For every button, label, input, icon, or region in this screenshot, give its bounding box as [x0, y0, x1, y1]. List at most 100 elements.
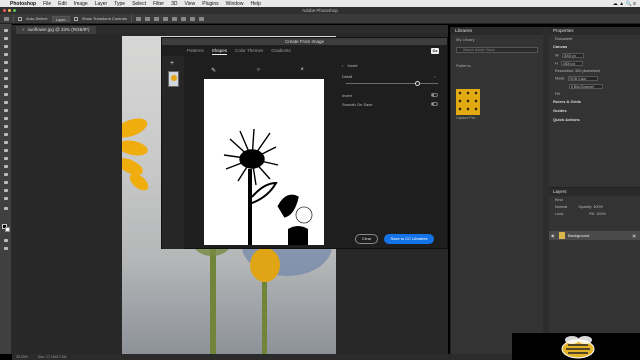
fill-field[interactable]: 100%	[596, 212, 606, 216]
align-right-icon[interactable]	[153, 16, 159, 21]
pin-icon[interactable]: ✎	[211, 67, 216, 74]
detail-slider[interactable]	[346, 81, 438, 86]
menu-type[interactable]: Type	[114, 1, 125, 7]
quick-actions-header[interactable]: Quick Actions	[549, 115, 640, 124]
align-center-icon[interactable]	[144, 16, 150, 21]
align-bottom-icon[interactable]	[180, 16, 186, 21]
quick-select-tool-icon[interactable]	[3, 60, 9, 65]
capture-pattern-tile[interactable]	[456, 89, 480, 115]
pen-tool-icon[interactable]	[3, 156, 9, 161]
move-tool-icon[interactable]	[4, 16, 9, 21]
gradient-tool-icon[interactable]	[3, 132, 9, 137]
clear-button[interactable]: Clear	[355, 234, 378, 244]
window-controls[interactable]	[3, 9, 16, 12]
eraser-tool-icon[interactable]	[3, 124, 9, 129]
patterns-section-label[interactable]: Patterns	[451, 63, 543, 68]
visibility-eye-icon[interactable]: ◉	[551, 233, 555, 238]
source-image-thumbnail[interactable]	[168, 71, 179, 87]
menu-3d[interactable]: 3D	[171, 1, 177, 7]
bit-depth-dropdown[interactable]: 8 Bits/Channel	[569, 83, 603, 89]
minimize-window-icon[interactable]	[8, 9, 11, 12]
tab-patterns[interactable]: Patterns	[187, 48, 204, 55]
layers-panel-title[interactable]: Layers	[549, 188, 640, 196]
screen-mode-icon[interactable]	[3, 246, 9, 251]
status-icons[interactable]: ☁ ▲ 🔍 ≡	[613, 1, 636, 7]
library-selector[interactable]: My Library	[451, 35, 543, 44]
menu-filter[interactable]: Filter	[153, 1, 164, 7]
lock-icon[interactable]: ▣	[632, 233, 636, 238]
align-left-icon[interactable]	[135, 16, 141, 21]
save-to-cc-libraries-button[interactable]: Save to CC Libraries	[384, 234, 434, 244]
menu-window[interactable]: Window	[226, 1, 244, 7]
auto-select-dropdown[interactable]: Layer	[51, 15, 70, 22]
tab-shapes[interactable]: Shapes	[211, 48, 228, 55]
invert-toggle[interactable]	[431, 93, 438, 97]
quick-mask-icon[interactable]	[3, 238, 9, 243]
close-detail-icon[interactable]: ×	[434, 74, 436, 79]
menu-plugins[interactable]: Plugins	[202, 1, 218, 7]
menu-edit[interactable]: Edit	[58, 1, 67, 7]
brush-tool-icon[interactable]	[3, 100, 9, 105]
history-brush-tool-icon[interactable]	[3, 116, 9, 121]
artboard-tool-icon[interactable]	[3, 36, 9, 41]
library-search-input[interactable]: Search Adobe Stock	[456, 47, 538, 53]
tab-gradients[interactable]: Gradients	[271, 48, 291, 55]
zoom-window-icon[interactable]	[13, 9, 16, 12]
auto-select-checkbox[interactable]	[18, 16, 22, 21]
menu-help[interactable]: Help	[250, 1, 260, 7]
kind-filter-dropdown[interactable]: Kind	[555, 198, 563, 202]
zoom-level[interactable]: 33.33%	[16, 354, 28, 360]
properties-panel-title[interactable]: Properties	[549, 27, 640, 35]
healing-tool-icon[interactable]	[3, 92, 9, 97]
creative-cloud-icon[interactable]: Cc	[431, 48, 439, 54]
clone-stamp-tool-icon[interactable]	[3, 108, 9, 113]
align-top-icon[interactable]	[162, 16, 168, 21]
add-image-icon[interactable]: +	[170, 60, 174, 67]
show-transform-checkbox[interactable]	[73, 16, 78, 21]
blend-mode-dropdown[interactable]: Normal	[555, 205, 567, 209]
shape-tool-icon[interactable]	[3, 180, 9, 185]
tab-color-themes[interactable]: Color Themes	[235, 48, 263, 55]
hand-tool-icon[interactable]	[3, 188, 9, 193]
layer-row-background[interactable]: ◉ Background ▣	[549, 231, 640, 240]
clear-brush-icon[interactable]: ×	[300, 67, 304, 73]
menubar-status-icons[interactable]: ☁ ▲ 🔍 ≡	[613, 0, 636, 7]
height-field[interactable]: 4500 px	[560, 60, 583, 66]
detail-slider-knob[interactable]	[414, 81, 420, 86]
menu-view[interactable]: View	[185, 1, 196, 7]
eyedropper-tool-icon[interactable]	[3, 84, 9, 89]
frame-tool-icon[interactable]	[3, 76, 9, 81]
close-tab-icon[interactable]: ×	[22, 27, 25, 32]
menu-layer[interactable]: Layer	[95, 1, 108, 7]
guides-header[interactable]: Guides	[549, 106, 640, 115]
width-field[interactable]: 3000 px	[561, 52, 584, 58]
move-tool-icon[interactable]	[3, 28, 9, 33]
more-options-icon[interactable]	[198, 16, 204, 21]
smooth-on-save-toggle[interactable]	[431, 102, 438, 106]
zoom-tool-icon[interactable]	[3, 196, 9, 201]
distribute-icon[interactable]	[189, 16, 195, 21]
app-menu[interactable]: Photoshop	[10, 1, 36, 7]
opacity-field[interactable]: 100%	[593, 205, 603, 209]
mode-dropdown[interactable]: RGB Color	[567, 75, 598, 81]
canvas-header[interactable]: Canvas	[549, 42, 640, 51]
path-selection-tool-icon[interactable]	[3, 172, 9, 177]
align-middle-icon[interactable]	[171, 16, 177, 21]
blur-tool-icon[interactable]	[3, 140, 9, 145]
marquee-tool-icon[interactable]	[3, 44, 9, 49]
dodge-tool-icon[interactable]	[3, 148, 9, 153]
type-tool-icon[interactable]	[3, 164, 9, 169]
menu-select[interactable]: Select	[132, 1, 146, 7]
background-color-swatch[interactable]	[5, 227, 10, 232]
menu-file[interactable]: File	[43, 1, 51, 7]
shape-preview[interactable]	[204, 79, 324, 245]
document-tab[interactable]: × sunflower.jpg @ 33% (RGB/8*)	[16, 26, 96, 34]
libraries-panel-title[interactable]: Libraries	[451, 27, 543, 35]
menu-image[interactable]: Image	[74, 1, 88, 7]
circle-brush-icon[interactable]: ○	[256, 67, 260, 73]
back-chevron-icon[interactable]: ‹	[342, 63, 343, 68]
lasso-tool-icon[interactable]	[3, 52, 9, 57]
rulers-grids-header[interactable]: Rulers & Grids	[549, 97, 640, 106]
invert-header[interactable]: ‹ Invert	[342, 63, 442, 68]
close-window-icon[interactable]	[3, 9, 6, 12]
